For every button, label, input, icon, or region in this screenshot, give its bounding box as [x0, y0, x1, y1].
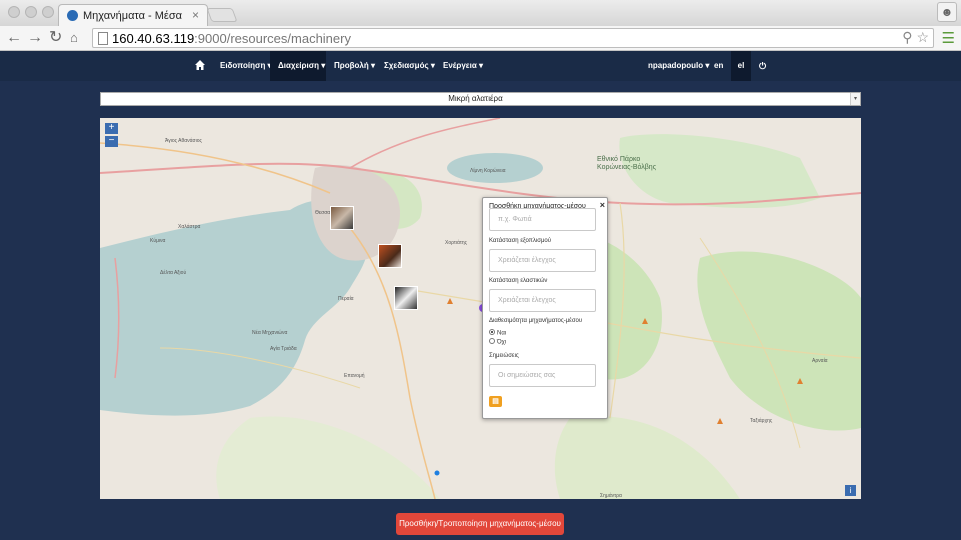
- browser-menu-icon[interactable]: ☰: [942, 29, 955, 47]
- power-icon[interactable]: ⏻: [759, 51, 766, 81]
- equipment-label: Κατάσταση εξοπλισμού: [489, 238, 552, 244]
- nav-view-menu[interactable]: Προβολή ▾: [334, 51, 375, 81]
- notes-input[interactable]: Οι σημειώσεις σας: [489, 364, 596, 387]
- tires-status-input[interactable]: Χρειάζεται έλεγχος: [489, 289, 596, 312]
- close-icon[interactable]: ×: [600, 200, 605, 210]
- page-icon: [98, 32, 108, 45]
- reload-icon[interactable]: ↻: [49, 28, 62, 48]
- tab-title: Μηχανήματα - Μέσα: [83, 10, 182, 22]
- browser-toolbar: ← → ↻ ⌂ 160.40.63.119:9000/resources/mac…: [0, 26, 961, 51]
- add-machinery-popup: Προσθήκη μηχανήματος-μέσου × π.χ. Φωτιά …: [482, 197, 608, 419]
- map-label: Χαλάστρα: [178, 224, 201, 230]
- name-placeholder: π.χ. Φωτιά: [498, 216, 532, 223]
- chevron-down-icon[interactable]: ▾: [850, 93, 860, 105]
- map-label: Άγιος Αθανάσιος: [165, 138, 202, 144]
- equipment-placeholder: Χρειάζεται έλεγχος: [498, 257, 556, 264]
- radio-unchecked-icon[interactable]: [489, 338, 495, 344]
- equipment-status-input[interactable]: Χρειάζεται έλεγχος: [489, 249, 596, 272]
- browser-tab[interactable]: Μηχανήματα - Μέσα ×: [58, 4, 208, 26]
- home-icon[interactable]: [195, 60, 205, 70]
- tires-label: Κατάσταση ελαστικών: [489, 278, 548, 284]
- map-view[interactable]: + − Εθνικό Πάρκο Κορώνειας-Βόλβης Λίμνη …: [100, 118, 861, 499]
- info-icon[interactable]: i: [845, 485, 856, 496]
- map-label: Επανομή: [344, 373, 365, 379]
- zoom-out-button[interactable]: −: [105, 136, 118, 147]
- notes-label: Σημειώσεις: [489, 353, 519, 359]
- map-label: Δέλτα Αξιού: [160, 270, 187, 276]
- new-tab-button[interactable]: [206, 8, 238, 22]
- save-icon[interactable]: ▤: [489, 396, 502, 407]
- browser-titlebar: Μηχανήματα - Μέσα × ☻: [0, 0, 961, 26]
- lang-en-link[interactable]: en: [714, 51, 723, 81]
- minimize-window-button[interactable]: [25, 6, 37, 18]
- zoom-icon[interactable]: ⚲: [902, 29, 912, 45]
- machinery-select-value: Μικρή αλατιέρα: [448, 94, 503, 103]
- nav-alert-menu[interactable]: Ειδοποίηση ▾: [220, 51, 272, 81]
- notes-placeholder: Οι σημειώσεις σας: [498, 372, 556, 379]
- bookmark-star-icon[interactable]: ☆: [916, 29, 929, 45]
- nav-energy-menu[interactable]: Ενέργεια ▾: [443, 51, 483, 81]
- address-bar[interactable]: 160.40.63.119:9000/resources/machinery ⚲…: [92, 28, 934, 48]
- availability-yes-radio[interactable]: Ναι: [489, 329, 506, 337]
- add-edit-machinery-button[interactable]: Προσθήκη/Τροποποίηση μηχανήματος-μέσου: [396, 513, 564, 535]
- availability-no-radio[interactable]: Όχι: [489, 338, 506, 346]
- tab-close-icon[interactable]: ×: [192, 8, 199, 22]
- machinery-marker[interactable]: [378, 244, 402, 268]
- machinery-select[interactable]: Μικρή αλατιέρα ▾: [100, 92, 861, 106]
- app-navbar: Ειδοποίηση ▾ Διαχείριση ▾ Προβολή ▾ Σχεδ…: [0, 51, 961, 81]
- back-arrow-icon[interactable]: ←: [6, 28, 22, 48]
- map-label: Σημάντρα: [600, 493, 622, 499]
- map-label: Αρναία: [812, 358, 828, 364]
- map-label: Κύμινα: [150, 238, 166, 244]
- forward-arrow-icon[interactable]: →: [27, 28, 43, 48]
- tires-placeholder: Χρειάζεται έλεγχος: [498, 297, 556, 304]
- machinery-marker[interactable]: [394, 286, 418, 310]
- map-label: Αγία Τριάδα: [270, 346, 297, 352]
- nav-user-menu[interactable]: npapadopoulo ▾: [648, 51, 709, 81]
- map-label: Χορτιάτης: [445, 240, 468, 246]
- favicon-icon: [67, 10, 78, 21]
- nav-management-menu[interactable]: Διαχείριση ▾: [270, 51, 326, 81]
- zoom-in-button[interactable]: +: [105, 123, 118, 134]
- home-browser-icon[interactable]: ⌂: [70, 28, 78, 48]
- nav-planning-menu[interactable]: Σχεδιασμός ▾: [384, 51, 435, 81]
- machinery-marker[interactable]: [330, 206, 354, 230]
- map-label: Εθνικό Πάρκο Κορώνειας-Βόλβης: [597, 156, 657, 171]
- availability-label: Διαθεσιμότητα μηχανήματος-μέσου: [489, 318, 583, 324]
- map-label: Νέα Μηχανιώνα: [252, 330, 288, 336]
- url-text: 160.40.63.119:9000/resources/machinery: [112, 31, 351, 46]
- map-label: Ταξιάρχης: [750, 418, 773, 424]
- map-label: Λίμνη Κορώνεια: [470, 168, 506, 174]
- omnibox-icons: ⚲ ☆: [902, 29, 929, 46]
- close-window-button[interactable]: [8, 6, 20, 18]
- radio-checked-icon[interactable]: [489, 329, 495, 335]
- person-icon[interactable]: ☻: [937, 2, 957, 22]
- maximize-window-button[interactable]: [42, 6, 54, 18]
- name-input[interactable]: π.χ. Φωτιά: [489, 208, 596, 231]
- map-label: Περαία: [338, 296, 354, 302]
- map-tiles: [100, 118, 861, 499]
- lang-el-link[interactable]: el: [731, 51, 751, 81]
